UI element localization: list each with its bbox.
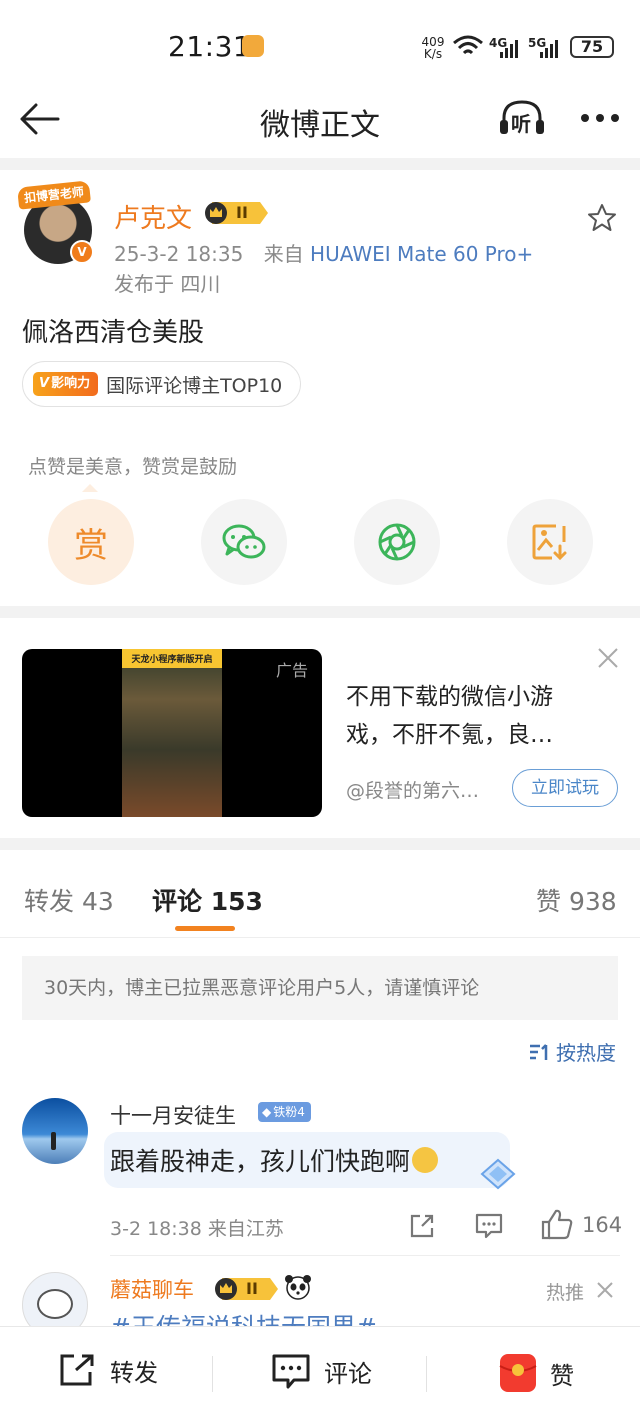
ad-thumbnail[interactable]: 天龙小程序新版开启 广告 — [22, 649, 322, 817]
save-image-icon — [532, 524, 567, 561]
fan-badge-label: 铁粉4 — [273, 1105, 305, 1119]
fan-badge: ◆ 铁粉4 — [258, 1102, 311, 1122]
listen-button[interactable]: 听 — [498, 98, 546, 138]
like-button[interactable]: 赞 — [498, 1352, 574, 1394]
ad-tag: 广告 — [275, 661, 308, 680]
diamond-decoration-icon — [480, 1158, 516, 1190]
comment-divider — [110, 1255, 620, 1256]
tab-repost[interactable]: 转发 43 — [24, 882, 114, 918]
repost-button[interactable]: 转发 — [58, 1352, 158, 1388]
favorite-star-icon[interactable] — [586, 202, 618, 234]
battery-indicator: 75 — [570, 36, 614, 58]
section-divider — [0, 158, 640, 170]
like-label: 赞 — [550, 1361, 574, 1390]
ad-banner-text: 天龙小程序新版开启 — [122, 649, 222, 668]
like-icon[interactable] — [540, 1208, 574, 1240]
status-time: 21:31 — [168, 30, 252, 63]
vip-badge: II — [202, 200, 270, 226]
sort-icon — [530, 1043, 548, 1060]
ad-play-button[interactable]: 立即试玩 — [512, 769, 618, 807]
post-source-prefix: 来自 — [263, 242, 304, 266]
ad-title[interactable]: 不用下载的微信小游戏，不肝不氪，良… — [346, 678, 596, 754]
comment-meta: 3-2 18:38 来自江苏 — [110, 1218, 284, 1240]
dog-emoji-icon — [412, 1147, 439, 1173]
author-name[interactable]: 卢克文 — [114, 198, 192, 235]
reply-icon[interactable] — [474, 1212, 504, 1240]
comment-avatar[interactable] — [22, 1098, 88, 1164]
bottom-divider — [426, 1356, 427, 1392]
reward-hint: 点赞是美意，赞赏是鼓励 — [28, 456, 238, 478]
comment-author-name[interactable]: 十一月安徒生 — [110, 1100, 236, 1130]
repost-label: 转发 — [110, 1358, 158, 1387]
avatar-cat-face — [37, 1289, 73, 1319]
influence-tag: V 影响力 — [33, 372, 99, 396]
active-tab-indicator — [175, 926, 235, 931]
hot-tag: 热推 — [546, 1282, 585, 1304]
reward-label: 赏 — [74, 525, 108, 566]
comment-text: 跟着股神走，孩儿们快跑啊 — [110, 1142, 439, 1178]
post-device[interactable]: HUAWEI Mate 60 Pro+ — [310, 242, 533, 266]
share-icon[interactable] — [408, 1212, 436, 1240]
red-packet-icon — [499, 1354, 537, 1392]
divider — [0, 937, 640, 938]
save-image-button[interactable] — [507, 499, 593, 585]
bottom-divider — [212, 1356, 213, 1392]
wifi-icon — [453, 35, 483, 55]
comment-label: 评论 — [324, 1359, 372, 1388]
comment-like-count: 164 — [582, 1213, 623, 1237]
post-content: 佩洛西清仓美股 — [22, 318, 205, 348]
share-moments-button[interactable] — [354, 499, 440, 585]
notification-app-icon — [242, 35, 264, 57]
comment-button[interactable]: 评论 — [270, 1352, 372, 1390]
section-divider — [0, 606, 640, 618]
post-meta: 25-3-2 18:35 来自 HUAWEI Mate 60 Pro+ — [114, 238, 533, 267]
network-speed-unit: K/s — [423, 47, 443, 61]
comment-icon — [272, 1354, 310, 1389]
share-wechat-button[interactable] — [201, 499, 287, 585]
post-timestamp: 25-3-2 18:35 — [114, 242, 244, 266]
post-location: 发布于 四川 — [114, 272, 221, 296]
close-icon[interactable] — [596, 1281, 614, 1299]
avatar-figure — [51, 1132, 56, 1150]
section-divider — [0, 838, 640, 850]
more-icon[interactable] — [580, 112, 620, 124]
verified-badge: V — [70, 240, 94, 264]
vip-badge: II — [212, 1276, 280, 1302]
sort-label: 按热度 — [556, 1041, 616, 1065]
network-speed: 409 K/s — [418, 36, 448, 60]
reward-button[interactable]: 赏 — [48, 499, 134, 585]
ad-game-screen: 天龙小程序新版开启 — [122, 649, 222, 817]
sort-button[interactable]: 按热度 — [528, 1037, 616, 1066]
comment-author-name[interactable]: 蘑菇聊车 — [110, 1274, 194, 1304]
listen-label: 听 — [511, 112, 531, 136]
influence-pill[interactable]: V 影响力 国际评论博主TOP10 — [22, 361, 302, 407]
repost-icon — [60, 1354, 94, 1386]
hint-pointer-icon — [82, 484, 98, 492]
wechat-icon — [222, 524, 266, 559]
influence-v-icon: V — [39, 376, 50, 391]
tab-like[interactable]: 赞 938 — [536, 882, 617, 918]
diamond-icon: ◆ — [262, 1105, 272, 1119]
influence-text: 国际评论博主TOP10 — [106, 374, 283, 397]
tab-comment[interactable]: 评论 153 — [152, 882, 263, 918]
comment-notice: 30天内，博主已拉黑恶意评论用户5人，请谨慎评论 — [22, 956, 618, 1020]
vip-level: II — [246, 1279, 258, 1298]
status-bar: 21:31 409 K/s 4G 5G 75 — [0, 0, 640, 90]
signal-1-icon — [500, 40, 518, 58]
moments-icon — [378, 523, 416, 561]
comment-text-content: 跟着股神走，孩儿们快跑啊 — [110, 1147, 411, 1176]
vip-level: II — [236, 203, 248, 222]
ad-source[interactable]: @段誉的第六… — [346, 776, 479, 803]
panda-icon — [285, 1275, 311, 1300]
close-icon[interactable] — [596, 646, 620, 670]
influence-tag-label: 影响力 — [51, 376, 91, 391]
signal-2-icon — [540, 40, 558, 58]
